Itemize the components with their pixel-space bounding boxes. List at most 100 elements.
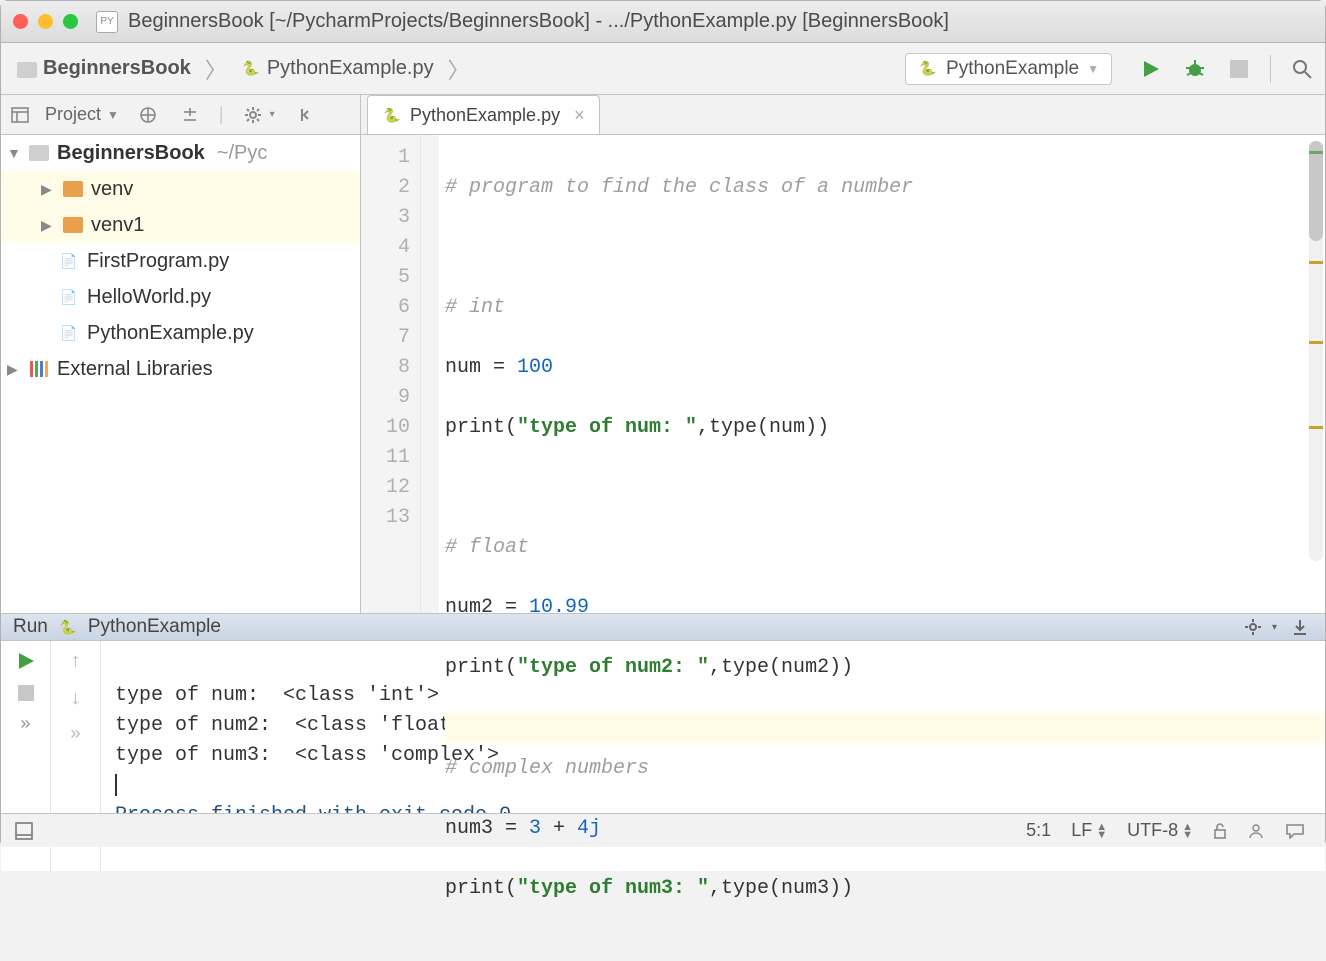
line-number[interactable]: 9: [361, 383, 410, 413]
tree-item-label: FirstProgram.py: [87, 250, 229, 273]
tree-folder-venv1[interactable]: ▶ venv1: [1, 207, 360, 243]
code-text: "type of num: ": [517, 416, 697, 439]
run-configuration-selector[interactable]: PythonExample ▼: [905, 53, 1112, 85]
line-number-gutter[interactable]: 1 2 3 4 5 6 7 8 9 10 11 12 13: [361, 135, 421, 613]
tree-root-path: ~/Pyc: [217, 142, 268, 165]
code-text: "type of num2: ": [517, 656, 709, 679]
tree-external-libraries[interactable]: ▶ External Libraries: [1, 351, 360, 387]
project-tool-header: Project▼ | ▾: [1, 95, 361, 134]
breadcrumb-project[interactable]: BeginnersBook: [11, 55, 197, 82]
console-caret: [115, 774, 117, 796]
run-button[interactable]: [1138, 56, 1164, 82]
code-area[interactable]: # program to find the class of a number …: [439, 135, 1325, 613]
tree-item-label: venv1: [91, 214, 144, 237]
app-icon: PY: [96, 11, 118, 33]
python-file-icon: [241, 59, 261, 79]
code-text: 10.99: [529, 596, 589, 619]
line-number[interactable]: 12: [361, 473, 410, 503]
python-run-icon: [58, 617, 78, 637]
line-number[interactable]: 5: [361, 263, 410, 293]
close-window-button[interactable]: [13, 14, 28, 29]
line-number[interactable]: 3: [361, 203, 410, 233]
close-tab-button[interactable]: ×: [574, 105, 585, 126]
tree-file-pythonexample[interactable]: PythonExample.py: [1, 315, 360, 351]
tool-windows-quick-access[interactable]: [11, 818, 37, 844]
tree-root[interactable]: ▼ BeginnersBook ~/Pyc: [1, 135, 360, 171]
main-area: ▼ BeginnersBook ~/Pyc ▶ venv ▶ venv1 Fir…: [1, 135, 1325, 613]
stop-run-button[interactable]: [18, 685, 34, 701]
dropdown-triangle-icon: ▼: [1087, 62, 1099, 76]
warning-marker[interactable]: [1309, 261, 1323, 264]
scroll-from-source-button[interactable]: [135, 102, 161, 128]
hide-tool-window-button[interactable]: [291, 102, 317, 128]
expand-arrow-icon[interactable]: ▼: [7, 145, 21, 161]
warning-marker[interactable]: [1309, 341, 1323, 344]
console-line: type of num: <class 'int'>: [115, 684, 439, 707]
collapse-arrow-icon[interactable]: ▶: [7, 361, 21, 378]
folder-icon: [63, 217, 83, 233]
warning-marker[interactable]: [1309, 426, 1323, 429]
run-label: Run: [13, 616, 48, 638]
stop-button[interactable]: [1226, 56, 1252, 82]
line-number[interactable]: 7: [361, 323, 410, 353]
line-number[interactable]: 13: [361, 503, 410, 533]
run-config-name: PythonExample: [88, 616, 221, 638]
debug-button[interactable]: [1182, 56, 1208, 82]
minimize-window-button[interactable]: [38, 14, 53, 29]
code-text: 4j: [577, 817, 601, 840]
code-text: num2 =: [445, 596, 529, 619]
fold-gutter[interactable]: [421, 135, 439, 613]
code-text: +: [541, 817, 577, 840]
collapse-arrow-icon[interactable]: ▶: [41, 217, 55, 234]
code-text: # complex numbers: [445, 757, 649, 780]
module-icon: [29, 145, 49, 161]
breadcrumb-project-label: BeginnersBook: [43, 57, 191, 80]
line-number[interactable]: 1: [361, 143, 410, 173]
code-text: ,type(num3)): [709, 877, 853, 900]
window-title: BeginnersBook [~/PycharmProjects/Beginne…: [128, 10, 949, 33]
line-number[interactable]: 10: [361, 413, 410, 443]
settings-gear-icon[interactable]: [240, 102, 266, 128]
up-stack-button[interactable]: ↑: [69, 651, 81, 674]
line-number[interactable]: 4: [361, 233, 410, 263]
project-tree[interactable]: ▼ BeginnersBook ~/Pyc ▶ venv ▶ venv1 Fir…: [1, 135, 361, 613]
down-stack-button[interactable]: ↓: [69, 688, 81, 711]
project-tool-label[interactable]: Project: [45, 104, 101, 125]
python-file-icon: [59, 287, 79, 307]
run-config-label: PythonExample: [946, 58, 1079, 80]
tree-file-helloworld[interactable]: HelloWorld.py: [1, 279, 360, 315]
search-everywhere-button[interactable]: [1289, 56, 1315, 82]
tree-item-label: PythonExample.py: [87, 322, 254, 345]
editor-marker-stripe[interactable]: [1309, 141, 1323, 561]
collapse-arrow-icon[interactable]: ▶: [41, 181, 55, 198]
more-nav-actions[interactable]: »: [70, 725, 81, 745]
python-file-icon: [59, 323, 79, 343]
tree-item-label: venv: [91, 178, 133, 201]
code-editor[interactable]: 1 2 3 4 5 6 7 8 9 10 11 12 13 # program …: [361, 135, 1325, 613]
editor-tab-active[interactable]: PythonExample.py ×: [367, 95, 600, 134]
collapse-all-button[interactable]: [177, 102, 203, 128]
tree-file-firstprogram[interactable]: FirstProgram.py: [1, 243, 360, 279]
tool-row: Project▼ | ▾ PythonExample.py ×: [1, 95, 1325, 135]
code-text: 3: [529, 817, 541, 840]
code-text: # int: [445, 296, 505, 319]
editor-tab-label: PythonExample.py: [410, 105, 560, 126]
more-run-actions[interactable]: »: [20, 715, 31, 735]
tree-item-label: External Libraries: [57, 358, 213, 381]
line-number[interactable]: 6: [361, 293, 410, 323]
code-text: 100: [517, 356, 553, 379]
titlebar: PY BeginnersBook [~/PycharmProjects/Begi…: [1, 1, 1325, 43]
rerun-button[interactable]: [16, 651, 36, 671]
project-tool-window-icon: [11, 106, 29, 124]
line-number[interactable]: 8: [361, 353, 410, 383]
line-number[interactable]: 2: [361, 173, 410, 203]
tree-folder-venv[interactable]: ▶ venv: [1, 171, 360, 207]
line-number[interactable]: 11: [361, 443, 410, 473]
code-text: "type of num3: ": [517, 877, 709, 900]
console-line: type of num3: <class 'complex'>: [115, 744, 499, 767]
tree-item-label: HelloWorld.py: [87, 286, 211, 309]
zoom-window-button[interactable]: [63, 14, 78, 29]
python-file-icon: [59, 251, 79, 271]
breadcrumb-file[interactable]: PythonExample.py: [235, 55, 440, 82]
code-text: print(: [445, 416, 517, 439]
